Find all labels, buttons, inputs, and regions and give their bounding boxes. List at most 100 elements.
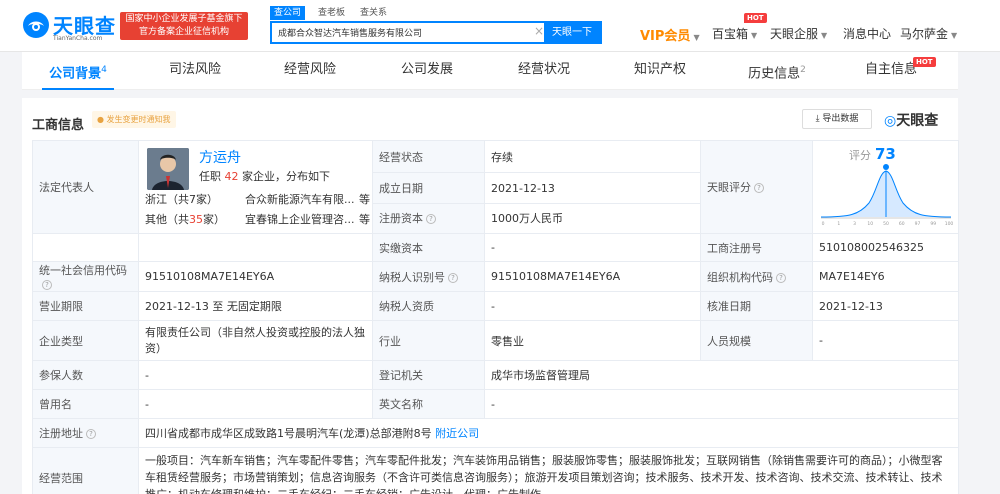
address-cell: 四川省成都市成华区成致路1号晨明汽车(龙潭)总部港附8号 附近公司 bbox=[138, 418, 959, 448]
search-tab-company[interactable]: 查公司 bbox=[270, 6, 306, 20]
former-name-value: - bbox=[138, 389, 373, 419]
tab-count: 2 bbox=[800, 65, 806, 75]
tab-operation-risk[interactable]: 经营风险 bbox=[275, 52, 345, 90]
help-icon[interactable]: ? bbox=[776, 272, 786, 283]
badge-line-2: 官方备案企业征信机构 bbox=[138, 27, 229, 37]
score-tick-label: 50 bbox=[883, 221, 889, 227]
top-header: 天眼查 TianYanCha.com 国家中小企业发展子基金旗下 官方备案企业征… bbox=[0, 0, 1000, 52]
tax-id-value: 91510108MA7E14EY6A bbox=[484, 261, 701, 292]
nearby-companies-link[interactable]: 附近公司 bbox=[435, 427, 479, 440]
credit-code-value: 91510108MA7E14EY6A bbox=[138, 261, 373, 292]
search-input[interactable]: 成都合众智达汽车销售服务有限公司 bbox=[278, 26, 422, 39]
search-tab-boss[interactable]: 查老板 bbox=[314, 6, 349, 20]
nav-user[interactable]: 马尔萨金 ▼ bbox=[900, 25, 957, 42]
help-icon[interactable]: ? bbox=[426, 214, 436, 225]
region-more-link[interactable]: 等 bbox=[359, 211, 370, 227]
status-label: 经营状态 bbox=[372, 139, 485, 174]
chevron-down-icon: ▼ bbox=[951, 31, 958, 40]
found-date-value: 2021-12-13 bbox=[484, 172, 701, 204]
download-icon: ⤓ bbox=[815, 114, 820, 124]
business-info-table: 法定代表人 方运舟 任职 42 家企业，分布如下 浙江（共7家） 合众新能源汽车… bbox=[32, 139, 959, 494]
logo-eye-icon bbox=[23, 12, 49, 38]
insured-value: - bbox=[138, 360, 373, 390]
term-value: 2021-12-13 至 无固定期限 bbox=[138, 291, 373, 321]
tab-history[interactable]: 历史信息2 bbox=[740, 52, 814, 90]
tax-qualification-label: 纳税人资质 bbox=[372, 291, 485, 321]
company-tabs: 公司背景4 司法风险 经营风险 公司发展 经营状况 知识产权 历史信息2 自主信… bbox=[22, 52, 958, 90]
tab-company-development[interactable]: 公司发展 bbox=[392, 52, 462, 90]
approve-date-label: 核准日期 bbox=[700, 291, 813, 321]
tab-intellectual-property[interactable]: 知识产权 bbox=[625, 52, 695, 90]
help-icon[interactable]: ? bbox=[42, 280, 52, 290]
score-text: 评分 73 bbox=[849, 145, 896, 163]
reg-number-value: 510108002546325 bbox=[812, 233, 959, 262]
change-notify-button[interactable]: ● 发生变更时通知我 bbox=[92, 111, 176, 128]
company-type-value: 有限责任公司（非自然人投资或控股的法人独资） bbox=[138, 320, 373, 361]
score-tick-label: 99 bbox=[930, 221, 936, 227]
tab-count: 4 bbox=[101, 65, 107, 75]
help-icon[interactable]: ? bbox=[86, 429, 96, 439]
nav-enterprise-service[interactable]: 天眼企服 ▼ bbox=[770, 25, 827, 42]
vip-menu[interactable]: VIP会员 ▼ bbox=[640, 25, 700, 44]
region-company-link[interactable]: 合众新能源汽车有限... bbox=[245, 191, 355, 207]
org-code-label: 组织机构代码? bbox=[700, 261, 813, 292]
search-clear-icon[interactable]: × bbox=[534, 24, 544, 38]
authority-value: 成华市场监督管理局 bbox=[484, 360, 959, 390]
hot-badge: HOT bbox=[913, 57, 936, 67]
paid-capital-label: 实缴资本 bbox=[372, 233, 485, 262]
region-more-link[interactable]: 等 bbox=[359, 191, 370, 207]
badge-line-1: 国家中小企业发展子基金旗下 bbox=[125, 14, 243, 24]
export-data-button[interactable]: ⤓ 导出数据 bbox=[802, 109, 872, 129]
score-tick-label: 97 bbox=[915, 221, 921, 227]
user-name: 马尔萨金 bbox=[900, 27, 949, 41]
nav-toolbox-label: 百宝箱 bbox=[712, 27, 749, 41]
tab-company-background[interactable]: 公司背景4 bbox=[42, 52, 114, 90]
nav-enterprise-label: 天眼企服 bbox=[770, 27, 819, 41]
company-count[interactable]: 42 bbox=[225, 170, 239, 183]
score-tick-label: 10 bbox=[867, 221, 873, 227]
help-icon[interactable]: ? bbox=[448, 272, 458, 283]
tab-legal-risk[interactable]: 司法风险 bbox=[160, 52, 230, 90]
score-tick-label: 100 bbox=[945, 221, 953, 227]
staff-size-value: - bbox=[812, 320, 959, 361]
empty-cell bbox=[138, 233, 373, 262]
person-icon bbox=[147, 148, 189, 190]
insured-label: 参保人数 bbox=[32, 360, 139, 390]
authority-label: 登记机关 bbox=[372, 360, 485, 390]
score-cell: 评分 73 0 1 3 10 50 60 97 99 100 bbox=[812, 140, 959, 234]
business-info-panel: 工商信息 ● 发生变更时通知我 ⤓ 导出数据 ◎天眼查 法定代表人 方运舟 任职… bbox=[22, 98, 959, 494]
score-label: 天眼评分? bbox=[700, 140, 813, 234]
hot-badge: HOT bbox=[744, 13, 767, 23]
search-button[interactable]: 天眼一下 bbox=[544, 23, 600, 42]
legal-rep-cell: 方运舟 任职 42 家企业，分布如下 浙江（共7家） 合众新能源汽车有限... … bbox=[138, 140, 373, 234]
official-badge[interactable]: 国家中小企业发展子基金旗下 官方备案企业征信机构 bbox=[120, 12, 248, 40]
legal-rep-name-link[interactable]: 方运舟 bbox=[199, 147, 241, 167]
vip-label: VIP会员 bbox=[640, 29, 691, 44]
score-tick-label: 1 bbox=[837, 221, 840, 227]
tax-qualification-value: - bbox=[484, 291, 701, 321]
industry-value: 零售业 bbox=[484, 320, 701, 361]
paid-capital-value: - bbox=[484, 233, 701, 262]
nav-messages-label: 消息中心 bbox=[843, 27, 892, 41]
legal-rep-label: 法定代表人 bbox=[32, 140, 139, 234]
search-tab-relation[interactable]: 查关系 bbox=[356, 6, 391, 20]
region-row-other: 其他（共35家） 宜春锦上企业管理咨... 等 bbox=[145, 213, 370, 226]
help-icon[interactable]: ? bbox=[754, 183, 764, 193]
nav-messages[interactable]: 消息中心 bbox=[843, 25, 891, 42]
legal-rep-summary: 任职 42 家企业，分布如下 bbox=[199, 170, 330, 183]
empty-cell bbox=[32, 233, 139, 262]
found-date-label: 成立日期 bbox=[372, 172, 485, 204]
address-label: 注册地址? bbox=[32, 418, 139, 448]
term-label: 营业期限 bbox=[32, 291, 139, 321]
tax-id-label: 纳税人识别号? bbox=[372, 261, 485, 292]
score-tick-label: 3 bbox=[853, 221, 856, 227]
brand-eye-icon: ◎ bbox=[884, 113, 897, 129]
site-logo[interactable]: 天眼查 TianYanCha.com bbox=[22, 9, 115, 43]
region-company-link[interactable]: 宜春锦上企业管理咨... bbox=[245, 211, 355, 227]
tab-operation-status[interactable]: 经营状况 bbox=[509, 52, 579, 90]
logo-subtitle: TianYanCha.com bbox=[53, 35, 103, 42]
chevron-down-icon: ▼ bbox=[751, 31, 758, 40]
avatar[interactable] bbox=[147, 148, 189, 190]
reg-capital-value: 1000万人民币 bbox=[484, 202, 701, 235]
nav-toolbox[interactable]: 百宝箱 ▼ HOT bbox=[712, 13, 767, 42]
